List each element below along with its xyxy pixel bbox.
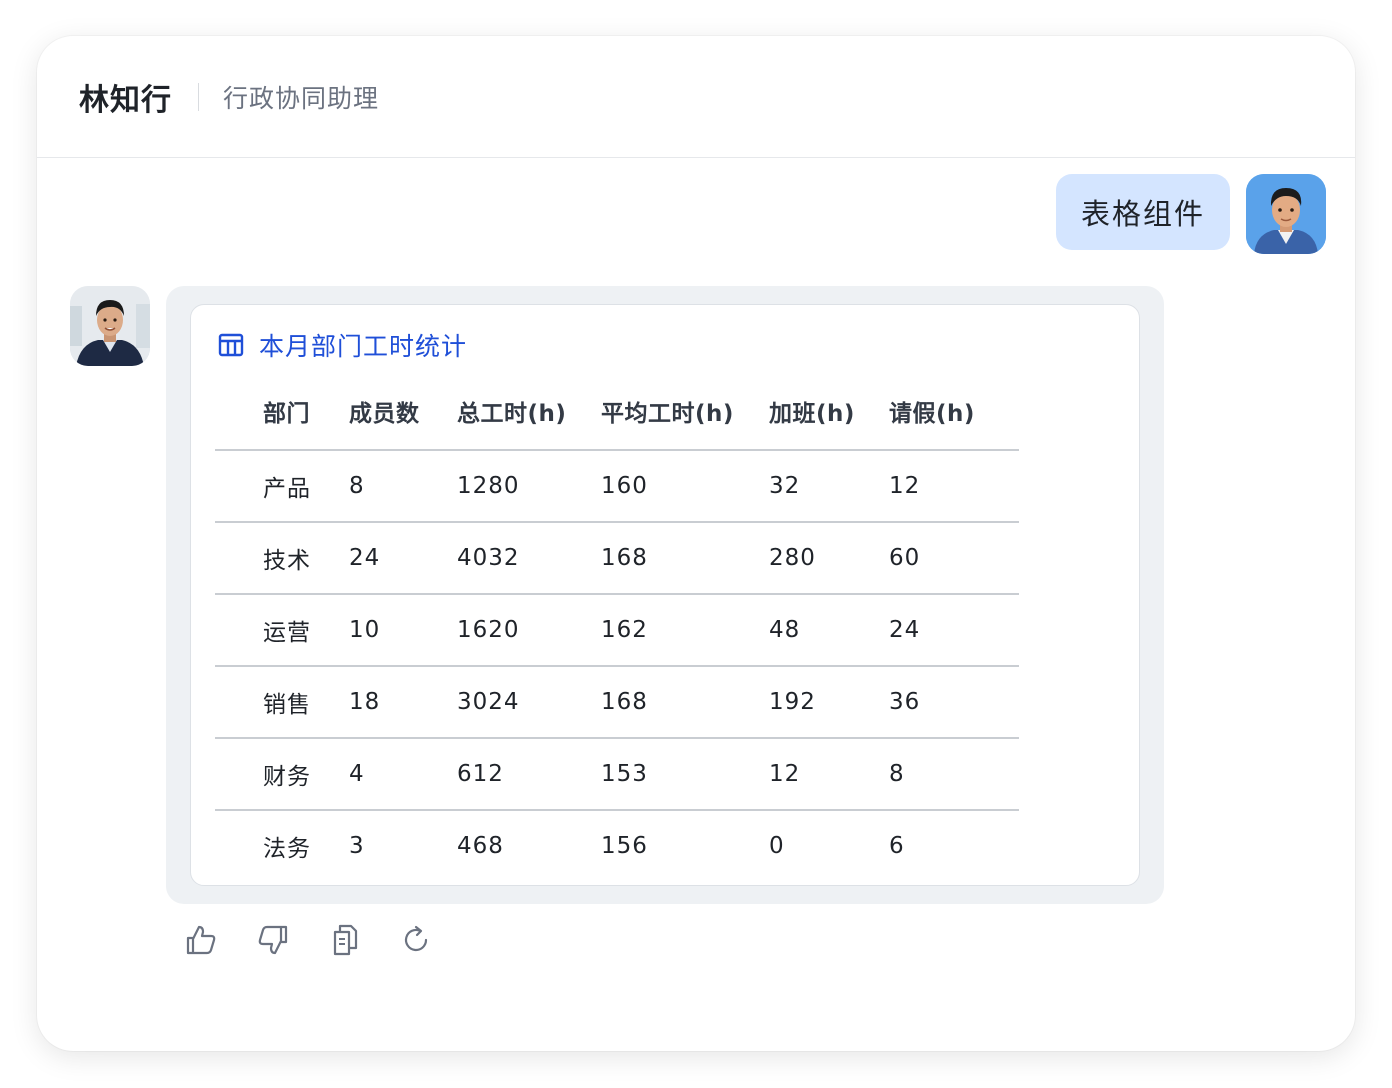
- chat-window: 林知行 行政协同助理 表格组件 本月部门工时统计 部门 成员数 总工时(h) 平…: [37, 36, 1355, 1051]
- assistant-avatar[interactable]: [70, 286, 150, 366]
- table-row: 财务 4 612 153 12 8: [215, 738, 1019, 811]
- table-cell: 153: [601, 738, 769, 811]
- table-row: 运营 10 1620 162 48 24: [215, 594, 1019, 667]
- table-row: 销售 18 3024 168 192 36: [215, 666, 1019, 739]
- table-cell: 10: [349, 594, 457, 667]
- user-message-bubble: 表格组件: [1056, 174, 1230, 250]
- table-cell: 280: [769, 522, 889, 595]
- table-cell: 24: [889, 594, 1019, 667]
- dislike-button[interactable]: [255, 920, 291, 960]
- table-cell: 36: [889, 666, 1019, 739]
- assistant-role: 行政协同助理: [223, 83, 380, 113]
- table-title: 本月部门工时统计: [217, 327, 467, 363]
- data-table: 部门 成员数 总工时(h) 平均工时(h) 加班(h) 请假(h) 产品 8 1…: [215, 373, 1019, 881]
- table-cell: 192: [769, 666, 889, 739]
- table-cell: 32: [769, 450, 889, 523]
- copy-button[interactable]: [327, 920, 363, 960]
- chat-header: 林知行 行政协同助理: [37, 36, 1355, 158]
- column-header[interactable]: 部门: [215, 373, 349, 451]
- table-cell: 4: [349, 738, 457, 811]
- table-cell: 4032: [457, 522, 601, 595]
- column-header[interactable]: 平均工时(h): [601, 373, 769, 451]
- table-cell: 3024: [457, 666, 601, 739]
- table-cell: 6: [889, 833, 905, 859]
- header-divider: [198, 82, 199, 111]
- table-cell: 156: [601, 833, 648, 859]
- table-cell: 产品: [215, 450, 349, 523]
- table-cell: 0: [769, 833, 785, 859]
- column-header[interactable]: 总工时(h): [457, 373, 601, 451]
- table-cell: 48: [769, 594, 889, 667]
- user-avatar[interactable]: [1246, 174, 1326, 254]
- table-cell: 8: [889, 738, 1019, 811]
- table-cell: 168: [601, 522, 769, 595]
- table-cell: 销售: [215, 666, 349, 739]
- table-cell: 技术: [215, 522, 349, 595]
- column-header[interactable]: 成员数: [349, 373, 457, 451]
- table-cell: 468: [457, 833, 504, 859]
- thumbs-up-icon: [186, 925, 216, 955]
- table-cell: 18: [349, 666, 457, 739]
- assistant-message-card: 本月部门工时统计 部门 成员数 总工时(h) 平均工时(h) 加班(h) 请假(…: [166, 286, 1164, 904]
- user-avatar-image: [1246, 174, 1326, 254]
- table-row: 产品 8 1280 160 32 12: [215, 450, 1019, 523]
- refresh-icon: [404, 925, 428, 952]
- table-cell: 3: [349, 833, 365, 859]
- table-row: 技术 24 4032 168 280 60: [215, 522, 1019, 595]
- like-button[interactable]: [183, 920, 219, 960]
- column-header[interactable]: 请假(h): [889, 373, 1019, 451]
- regenerate-button[interactable]: [399, 920, 435, 960]
- table-cell: 612: [457, 738, 601, 811]
- table-cell: 162: [601, 594, 769, 667]
- assistant-name: 林知行: [79, 82, 172, 118]
- table-cell: 运营: [215, 594, 349, 667]
- table-title-text: 本月部门工时统计: [259, 332, 468, 361]
- table-icon: [218, 333, 244, 357]
- table-cell: 168: [601, 666, 769, 739]
- assistant-avatar-image: [70, 286, 150, 366]
- table-cell: 12: [889, 450, 1019, 523]
- message-actions: [183, 920, 435, 960]
- table-cell: 1620: [457, 594, 601, 667]
- table-cell: 24: [349, 522, 457, 595]
- column-header[interactable]: 加班(h): [769, 373, 889, 451]
- table-cell: 1280: [457, 450, 601, 523]
- table-header-row: 部门 成员数 总工时(h) 平均工时(h) 加班(h) 请假(h): [215, 373, 1019, 451]
- table-cell: 60: [889, 522, 1019, 595]
- table-row: 法务 3 468 156 0 6: [215, 810, 1019, 881]
- table-cell: 160: [601, 450, 769, 523]
- thumbs-down-icon: [258, 925, 288, 955]
- table-cell: 法务: [263, 836, 311, 862]
- table-cell: 8: [349, 450, 457, 523]
- copy-icon: [333, 924, 358, 956]
- table-cell: 12: [769, 738, 889, 811]
- table-cell: 财务: [215, 738, 349, 811]
- table-component: 本月部门工时统计 部门 成员数 总工时(h) 平均工时(h) 加班(h) 请假(…: [190, 304, 1140, 886]
